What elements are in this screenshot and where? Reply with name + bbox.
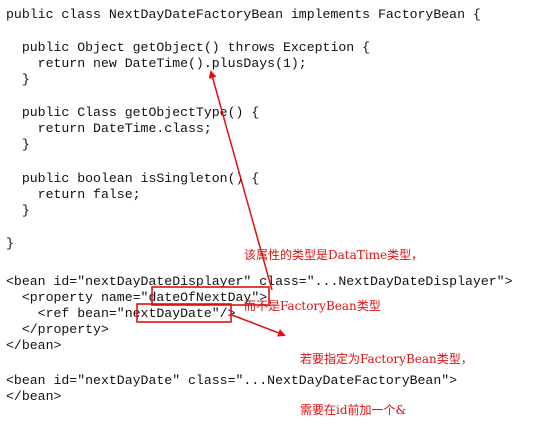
highlight-box-nextdaydate: [136, 303, 232, 323]
annotation-line: 而不是FactoryBean类型: [244, 299, 381, 313]
annotation-note-factorybean: 若要指定为FactoryBean类型， 需要在id前加一个&: [300, 317, 473, 436]
annotation-line: 需要在id前加一个&: [300, 403, 407, 417]
annotation-note-datatype: 该属性的类型是DataTime类型， 而不是FactoryBean类型: [244, 213, 423, 332]
annotation-line: 该属性的类型是DataTime类型，: [244, 248, 424, 262]
annotation-line: 若要指定为FactoryBean类型，: [300, 352, 473, 366]
